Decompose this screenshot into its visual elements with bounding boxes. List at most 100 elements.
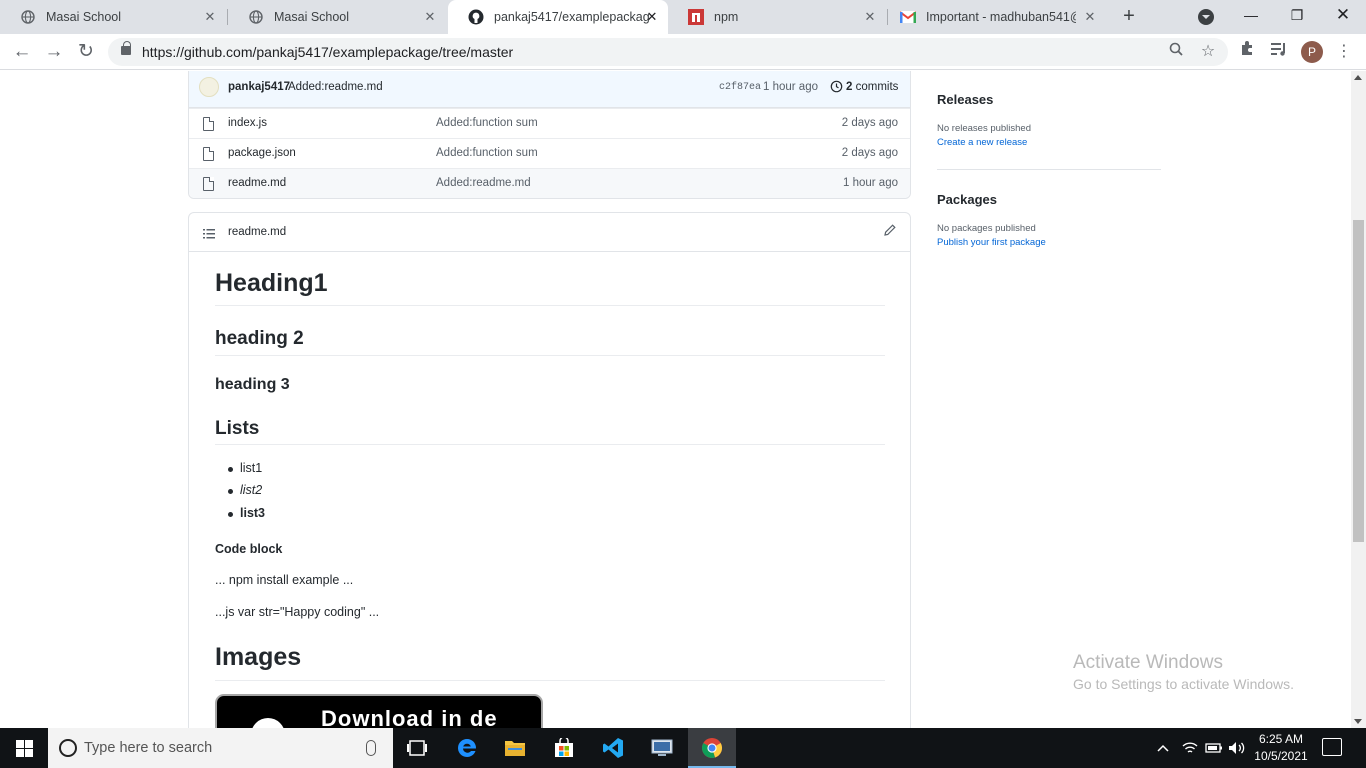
file-explorer-icon[interactable] [491,728,539,768]
file-age: 2 days ago [841,147,898,159]
back-button[interactable]: ← [9,39,35,65]
releases-title[interactable]: Releases [937,92,993,107]
commit-sha[interactable]: c2f87ea [719,82,761,93]
heading-2: heading 2 [215,328,304,349]
taskbar-search-placeholder: Type here to search [84,740,213,756]
notifications-icon[interactable] [1322,738,1342,756]
restore-button[interactable]: ❐ [1274,0,1320,32]
commit-message[interactable]: Added:readme.md [288,81,383,93]
close-window-button[interactable]: ✕ [1320,0,1366,32]
images-heading: Images [215,643,302,671]
heading-1: Heading1 [215,269,328,297]
readme-header: readme.md [189,213,910,252]
heading-3: heading 3 [215,376,290,393]
tab-gmail[interactable]: Important - madhuban541@ ✕ [888,0,1106,34]
latest-commit-bar: pankaj5417 Added:readme.md c2f87ea 1 hou… [189,71,910,108]
packages-title[interactable]: Packages [937,192,997,207]
start-button[interactable] [0,728,48,768]
close-tab-icon[interactable]: ✕ [862,9,878,25]
commits-link[interactable]: 2 commits [846,81,898,93]
clock-date: 10/5/2021 [1254,749,1308,763]
scroll-up-arrow-icon[interactable] [1354,75,1362,80]
close-tab-icon[interactable]: ✕ [422,9,438,25]
chrome-menu-icon[interactable]: ⋮ [1334,40,1354,64]
commit-time: 1 hour ago [763,81,818,93]
file-icon [203,117,214,131]
edit-pencil-icon[interactable] [884,224,898,238]
globe-icon [248,9,264,25]
windows-logo-icon [16,749,24,757]
npm-icon [688,9,704,25]
file-commit-message[interactable]: Added:function sum [436,117,538,129]
store-icon[interactable] [540,728,588,768]
file-row-index-js[interactable]: index.js Added:function sum 2 days ago [189,108,910,138]
chrome-icon[interactable] [688,728,736,768]
code-block-label: Code block [215,542,283,556]
file-commit-message[interactable]: Added:function sum [436,147,538,159]
releases-note: No releases published [937,123,1032,134]
media-queue-icon[interactable] [1267,40,1291,64]
history-icon[interactable] [830,80,844,94]
remote-desktop-icon[interactable] [638,728,686,768]
create-release-link[interactable]: Create a new release [937,137,1027,148]
show-hidden-icons[interactable] [1156,728,1170,768]
vscode-icon[interactable] [589,728,637,768]
microphone-icon[interactable] [366,740,376,756]
tab-title: npm [714,10,739,24]
heading-rule [215,355,885,356]
readme-filename[interactable]: readme.md [228,226,286,238]
lock-icon[interactable] [121,41,131,55]
list-item: list3 [227,506,266,520]
new-tab-button[interactable]: + [1117,5,1141,29]
activate-windows-subtitle: Go to Settings to activate Windows. [1073,676,1294,692]
commits-count: 2 [846,81,853,93]
scroll-thumb[interactable] [1353,220,1364,542]
windows-logo-icon [16,740,24,748]
tab-masai-school-2[interactable]: Masai School ✕ [228,0,446,34]
app-store-badge-image[interactable]: Download in de [215,694,543,728]
file-row-readme-md[interactable]: readme.md Added:readme.md 1 hour ago [189,168,910,198]
file-commit-message[interactable]: Added:readme.md [436,177,531,189]
task-view-icon[interactable] [393,728,441,768]
tab-github-examplepackage[interactable]: pankaj5417/examplepackage ✕ [448,0,668,34]
profile-avatar[interactable]: P [1301,41,1323,63]
minimize-button[interactable]: ― [1228,0,1274,32]
extensions-icon[interactable] [1235,40,1259,64]
file-name[interactable]: package.json [228,147,296,159]
edge-browser-icon[interactable] [443,728,491,768]
close-tab-icon[interactable]: ✕ [1082,9,1098,25]
address-bar[interactable]: https://github.com/pankaj5417/examplepac… [108,38,1228,66]
packages-note: No packages published [937,223,1036,234]
scroll-down-arrow-icon[interactable] [1354,719,1362,724]
taskbar-search[interactable]: Type here to search [48,728,393,768]
github-icon [468,9,484,25]
url-text: https://github.com/pankaj5417/examplepac… [142,44,514,60]
file-name[interactable]: readme.md [228,177,286,189]
close-tab-icon[interactable]: ✕ [644,9,660,25]
heading-rule [215,444,885,445]
reload-button[interactable]: ↻ [73,39,99,65]
wifi-icon[interactable] [1182,728,1198,768]
list-outline-icon[interactable] [203,226,215,239]
bookmark-star-icon[interactable]: ☆ [1197,41,1219,63]
volume-icon[interactable] [1228,728,1246,768]
tab-title: Masai School [46,10,122,24]
page-scrollbar[interactable] [1351,71,1366,728]
browser-tab-strip: Masai School ✕ Masai School ✕ pankaj5417… [0,0,1366,34]
code-line: ...js var str="Happy coding" ... [215,605,380,619]
author-avatar[interactable] [199,77,219,97]
close-tab-icon[interactable]: ✕ [202,9,218,25]
clock-time: 6:25 AM [1258,732,1304,746]
tab-masai-school-1[interactable]: Masai School ✕ [0,0,226,34]
file-name[interactable]: index.js [228,117,267,129]
taskbar-clock[interactable]: 6:25 AM 10/5/2021 [1250,731,1312,765]
tab-search-icon[interactable] [1198,9,1214,25]
zoom-search-icon[interactable] [1165,41,1187,63]
commit-author[interactable]: pankaj5417 [228,81,290,93]
publish-package-link[interactable]: Publish your first package [937,237,1046,248]
file-age: 2 days ago [841,117,898,129]
file-row-package-json[interactable]: package.json Added:function sum 2 days a… [189,138,910,168]
battery-icon[interactable] [1205,728,1223,768]
tab-npm[interactable]: npm ✕ [668,0,886,34]
forward-button[interactable]: → [41,39,67,65]
